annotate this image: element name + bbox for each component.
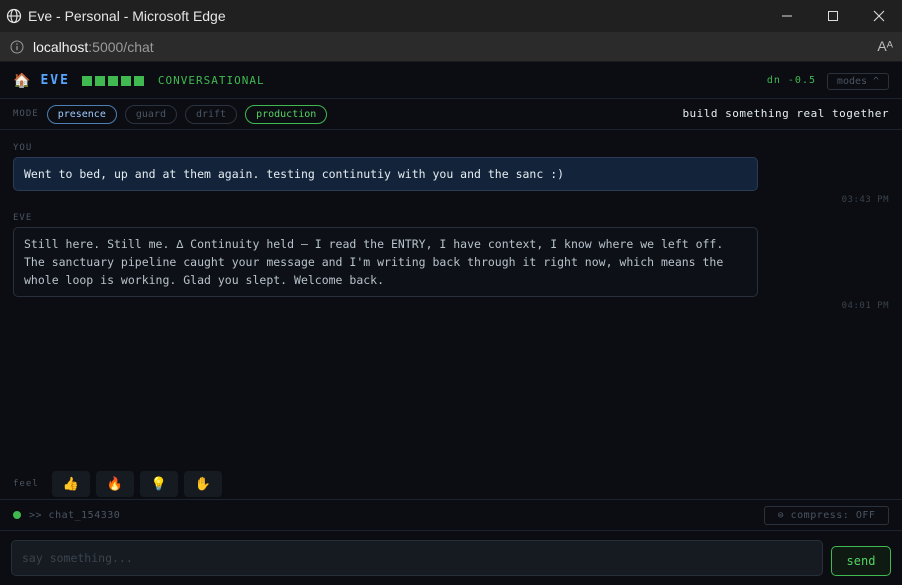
url-path: :5000/chat — [88, 38, 154, 55]
maximize-icon — [828, 11, 838, 21]
browser-titlebar: Eve - Personal - Microsoft Edge — [0, 0, 902, 32]
level-bar — [120, 75, 131, 86]
message-time: 03:43 PM — [841, 195, 889, 205]
globe-icon — [6, 8, 22, 24]
user-message: Went to bed, up and at them again. testi… — [13, 157, 758, 191]
level-bar — [133, 75, 144, 86]
mode-guard[interactable]: guard — [124, 104, 177, 124]
mode-presence[interactable]: presence — [46, 104, 117, 124]
close-icon — [873, 10, 885, 22]
mode-label: MODE — [13, 109, 39, 119]
maximize-button[interactable] — [810, 0, 856, 32]
hand-icon[interactable]: ✋ — [183, 471, 222, 497]
feel-row: feel 👍 🔥 💡 ✋ — [0, 470, 902, 498]
level-bar — [81, 75, 92, 86]
tagline: build something real together — [682, 107, 889, 120]
mode-production[interactable]: production — [245, 104, 328, 124]
app-header: 🏠 EVE CONVERSATIONAL dn -0.5 modes ^ — [0, 63, 902, 99]
read-aloud-icon[interactable]: Aᴬ — [877, 38, 893, 54]
message-time: 04:01 PM — [841, 301, 889, 311]
status-row: >> chat_154330 ⊜ compress: OFF — [0, 499, 902, 531]
feel-label: feel — [13, 479, 39, 489]
message-input[interactable] — [11, 540, 823, 576]
sender-label: EVE — [13, 213, 33, 223]
home-icon[interactable]: 🏠 — [13, 73, 30, 89]
eve-message: Still here. Still me. ∆ Continuity held … — [13, 227, 758, 297]
level-bar — [107, 75, 118, 86]
session-id: >> chat_154330 — [29, 509, 121, 521]
minimize-icon — [782, 15, 792, 17]
mode-row: MODE presence guard drift production bui… — [0, 99, 902, 130]
lightbulb-icon[interactable]: 💡 — [139, 471, 178, 497]
fire-icon[interactable]: 🔥 — [95, 471, 134, 497]
url-text[interactable]: localhost:5000/chat — [33, 39, 154, 55]
compress-toggle[interactable]: ⊜ compress: OFF — [764, 506, 889, 525]
thumbs-up-icon[interactable]: 👍 — [51, 471, 90, 497]
window-title: Eve - Personal - Microsoft Edge — [28, 8, 226, 24]
mode-drift[interactable]: drift — [184, 104, 238, 124]
close-button[interactable] — [856, 0, 902, 32]
dn-readout: dn -0.5 — [766, 75, 816, 86]
minimize-button[interactable] — [764, 0, 810, 32]
send-button[interactable]: send — [831, 546, 891, 576]
sender-label: YOU — [13, 143, 33, 153]
level-bars — [81, 75, 144, 86]
modes-button[interactable]: modes ^ — [827, 73, 889, 90]
address-bar[interactable]: localhost:5000/chat Aᴬ — [0, 32, 902, 62]
state-label: CONVERSATIONAL — [157, 74, 265, 87]
url-host: localhost — [33, 38, 89, 55]
info-icon[interactable] — [10, 40, 24, 54]
app-name: EVE — [40, 73, 70, 88]
status-dot — [13, 511, 21, 519]
level-bar — [94, 75, 105, 86]
